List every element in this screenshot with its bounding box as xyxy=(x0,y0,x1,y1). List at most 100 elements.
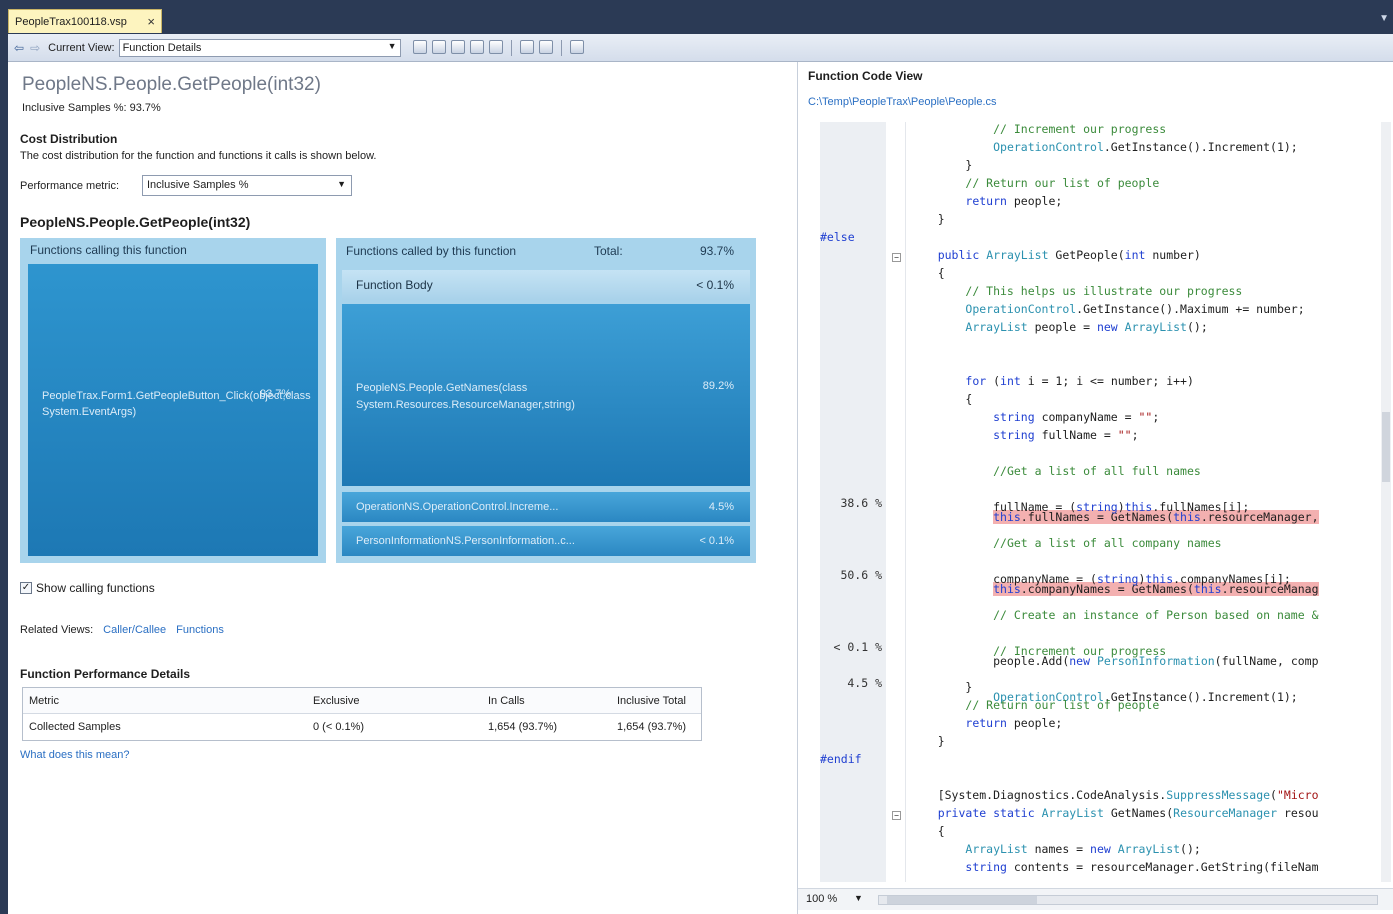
called-functions-total-value: 93.7% xyxy=(699,244,734,258)
calling-functions-panel: Functions calling this function PeopleTr… xyxy=(20,238,326,563)
caller-block[interactable]: PeopleTrax.Form1.GetPeopleButton_Click(o… xyxy=(28,264,318,556)
callee-function-name: PeopleNS.People.GetNames(class System.Re… xyxy=(356,382,575,411)
callee-function-value: 4.5% xyxy=(708,501,734,513)
cost-distribution-heading: Cost Distribution xyxy=(20,132,118,146)
forward-icon[interactable]: ⇨ xyxy=(30,41,40,55)
toolbar-separator xyxy=(510,39,512,56)
code-line: // Return our list of people xyxy=(965,176,1160,190)
performance-metric-select[interactable]: Inclusive Samples % ▼ xyxy=(142,175,352,196)
table-cell-in-calls: 1,654 (93.7%) xyxy=(488,721,558,733)
code-line: string contents = resourceManager.GetStr… xyxy=(965,860,1319,874)
back-icon[interactable]: ⇦ xyxy=(14,41,24,55)
performance-metric-label: Performance metric: xyxy=(20,180,120,192)
code-line: string companyName = ""; xyxy=(993,410,1160,424)
code-line: [System.Diagnostics.CodeAnalysis.Suppres… xyxy=(910,788,1319,802)
what-does-this-mean-link[interactable]: What does this mean? xyxy=(20,749,129,761)
table-header-row: Metric Exclusive In Calls Inclusive Tota… xyxy=(23,688,701,714)
table-cell-inclusive-total: 1,654 (93.7%) xyxy=(617,721,687,733)
code-line: #else xyxy=(820,230,855,244)
function-body-label: Function Body xyxy=(356,278,433,292)
code-line: fullName = (string)this.fullNames[i]; xyxy=(910,500,1250,514)
code-line: ArrayList people = new ArrayList(); xyxy=(965,320,1208,334)
code-line: { xyxy=(910,392,973,406)
code-line: < 0.1 % people.Add(new PersonInformation… xyxy=(820,626,1386,668)
column-header-metric[interactable]: Metric xyxy=(29,695,59,707)
code-line: OperationControl.GetInstance().Maximum +… xyxy=(965,302,1305,316)
toolbar-icon-group xyxy=(412,39,584,56)
table-cell-metric: Collected Samples xyxy=(29,721,121,733)
function-body-block[interactable]: Function Body < 0.1% xyxy=(342,270,750,300)
function-details-pane: PeopleNS.People.GetPeople(int32) Inclusi… xyxy=(8,62,798,914)
chevron-down-icon[interactable]: ▼ xyxy=(854,893,863,903)
callee-function-name: OperationNS.OperationControl.Increme... xyxy=(356,501,559,513)
code-line: // This helps us illustrate our progress xyxy=(965,284,1243,298)
code-line: // Create an instance of Person based on… xyxy=(993,608,1319,622)
performance-metric-value: Inclusive Samples % xyxy=(147,179,249,191)
profiler-toolbar: ⇦ ⇨ Current View: Function Details ▼ xyxy=(8,34,1393,62)
code-line: } xyxy=(910,158,973,172)
callee-function-value: 89.2% xyxy=(702,380,734,392)
window-menu-arrow-icon[interactable]: ▼ xyxy=(1379,13,1389,24)
notifications-icon[interactable] xyxy=(569,39,584,54)
toolbar-separator xyxy=(560,39,562,56)
code-line: #endif xyxy=(820,752,862,766)
show-calling-functions-label: Show calling functions xyxy=(36,581,155,595)
hot-path-icon[interactable] xyxy=(488,39,503,54)
current-view-label: Current View: xyxy=(48,41,115,54)
distribution-function-title: PeopleNS.People.GetPeople(int32) xyxy=(20,214,251,230)
called-functions-header-label: Functions called by this function xyxy=(346,244,517,258)
export-report-icon[interactable] xyxy=(412,39,427,54)
table-row: Collected Samples 0 (< 0.1%) 1,654 (93.7… xyxy=(23,714,701,740)
caller-function-value: 93.7% xyxy=(260,388,292,400)
document-tab-title: PeopleTrax100118.vsp xyxy=(15,15,127,28)
called-functions-header: Functions called by this function Total:… xyxy=(336,238,756,262)
source-file-path-link[interactable]: C:\Temp\PeopleTrax\People\People.cs xyxy=(808,96,997,108)
close-icon[interactable]: × xyxy=(147,14,155,29)
options-icon[interactable] xyxy=(538,39,553,54)
code-line: // Increment our progress xyxy=(993,122,1167,136)
code-line: string fullName = ""; xyxy=(993,428,1139,442)
code-line: //Get a list of all company names xyxy=(993,536,1222,550)
show-just-my-code-icon[interactable] xyxy=(469,39,484,54)
code-line: return people; xyxy=(965,194,1063,208)
code-line: ArrayList names = new ArrayList(); xyxy=(965,842,1201,856)
code-view-title: Function Code View xyxy=(808,69,923,83)
column-header-inclusive-total[interactable]: Inclusive Total xyxy=(617,695,686,707)
cost-distribution-description: The cost distribution for the function a… xyxy=(20,150,377,162)
compare-reports-icon[interactable] xyxy=(431,39,446,54)
table-cell-exclusive: 0 (< 0.1%) xyxy=(313,721,365,733)
code-view-footer: 100 % ▼ xyxy=(798,888,1393,910)
scrollbar-thumb[interactable] xyxy=(1382,412,1390,482)
callee-block[interactable]: OperationNS.OperationControl.Increme... … xyxy=(342,492,750,522)
code-editor[interactable]: // Increment our progress OperationContr… xyxy=(820,122,1386,882)
current-view-select[interactable]: Function Details ▼ xyxy=(118,38,401,57)
callee-block[interactable]: PeopleNS.People.GetNames(class System.Re… xyxy=(342,304,750,486)
function-performance-table: Metric Exclusive In Calls Inclusive Tota… xyxy=(22,687,702,741)
callee-block[interactable]: PersonInformationNS.PersonInformation..c… xyxy=(342,526,750,556)
calling-functions-header: Functions calling this function xyxy=(30,243,187,257)
document-tab[interactable]: PeopleTrax100118.vsp × xyxy=(8,9,162,33)
called-functions-panel: Functions called by this function Total:… xyxy=(336,238,756,563)
code-line: companyName = (string)this.companyNames[… xyxy=(910,572,1291,586)
hot-code-line: 50.6 % this.companyNames = GetNames(this… xyxy=(820,554,1386,596)
zoom-level[interactable]: 100 % xyxy=(806,893,837,905)
functions-link[interactable]: Functions xyxy=(176,624,224,636)
code-line: { xyxy=(910,824,945,838)
caller-callee-link[interactable]: Caller/Callee xyxy=(103,624,166,636)
column-header-in-calls[interactable]: In Calls xyxy=(488,695,525,707)
code-line: } xyxy=(910,734,945,748)
document-tab-strip: PeopleTrax100118.vsp × ▼ xyxy=(0,0,1393,34)
show-calling-functions-checkbox[interactable]: ✓ xyxy=(20,582,32,594)
filter-icon[interactable] xyxy=(450,39,465,54)
code-line: // Increment our progress xyxy=(993,644,1167,658)
horizontal-scrollbar[interactable] xyxy=(878,895,1378,905)
column-header-exclusive[interactable]: Exclusive xyxy=(313,695,359,707)
code-line: public ArrayList GetPeople(int number) xyxy=(937,248,1201,262)
code-line: OperationControl.GetInstance().Increment… xyxy=(993,140,1298,154)
vertical-scrollbar[interactable] xyxy=(1381,122,1391,882)
show-calling-functions-option[interactable]: ✓ Show calling functions xyxy=(20,581,155,595)
copy-icon[interactable] xyxy=(519,39,534,54)
chevron-down-icon: ▼ xyxy=(337,179,346,189)
scrollbar-thumb[interactable] xyxy=(887,896,1037,904)
related-views: Related Views: Caller/Callee Functions xyxy=(20,624,224,636)
